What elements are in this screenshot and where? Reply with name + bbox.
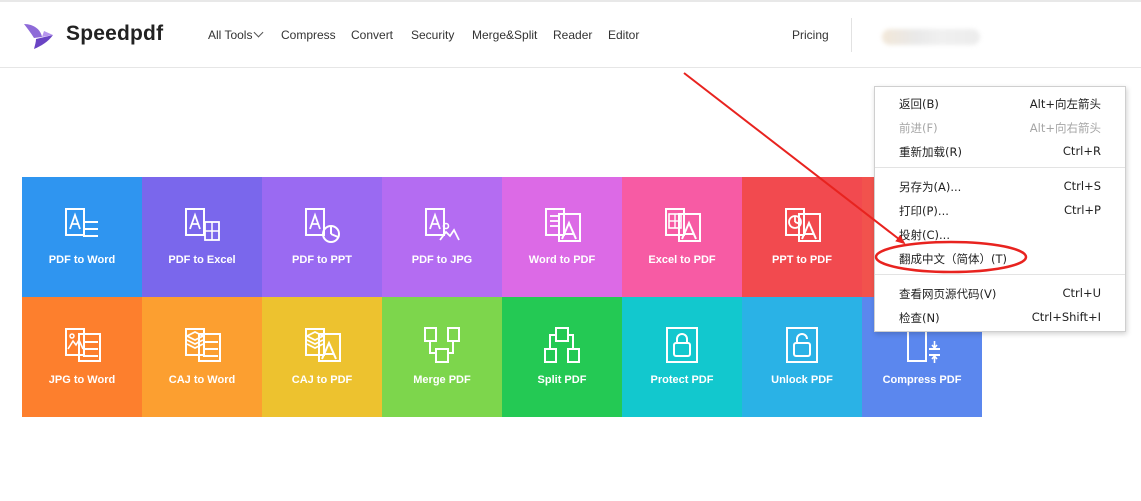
nav-reader[interactable]: Reader (553, 28, 592, 42)
tool-tile-pdf-to-word[interactable]: PDF to Word (22, 177, 142, 297)
speedpdf-logo-icon[interactable] (22, 18, 56, 52)
pdf-to-jpg-icon (425, 208, 460, 241)
tool-tile-jpg-to-word[interactable]: JPG to Word (22, 297, 142, 417)
tool-tile-label: Word to PDF (528, 254, 596, 266)
nav-all-tools[interactable]: All Tools (208, 27, 264, 42)
word-to-pdf-icon (545, 208, 581, 242)
menu-item-shortcut: Alt+向右箭头 (1029, 121, 1101, 135)
tool-tile-ppt-to-pdf[interactable]: PPT to PDF (742, 177, 862, 297)
tool-tile-label: Unlock PDF (771, 374, 833, 386)
menu-item-shortcut: Ctrl+R (1062, 144, 1101, 158)
tool-tile-label: JPG to Word (48, 374, 116, 386)
context-menu: 返回(B) Alt+向左箭头 前进(F) Alt+向右箭头 重新加载(R) Ct… (874, 86, 1126, 332)
nav-merge-split[interactable]: Merge&Split (472, 28, 537, 42)
tool-tile-pdf-to-jpg[interactable]: PDF to JPG (382, 177, 502, 297)
menu-item-translate[interactable]: 翻成中文（简体）(T) (875, 247, 1125, 269)
pdf-to-ppt-icon (305, 208, 340, 243)
menu-item-label: 前进(F) (899, 121, 938, 135)
tool-tile-merge-pdf[interactable]: Merge PDF (382, 297, 502, 417)
split-pdf-icon (544, 327, 580, 363)
menu-item-label: 翻成中文（简体）(T) (899, 252, 1007, 266)
nav-editor[interactable]: Editor (608, 28, 639, 42)
tool-tile-label: PDF to Word (48, 254, 116, 266)
menu-item-label: 返回(B) (899, 97, 939, 111)
caj-to-word-icon (184, 328, 221, 362)
protect-pdf-icon (666, 327, 698, 363)
tool-tile-pdf-to-ppt[interactable]: PDF to PPT (262, 177, 382, 297)
tool-tile-label: PDF to JPG (411, 254, 473, 266)
tool-tile-pdf-to-excel[interactable]: PDF to Excel (142, 177, 262, 297)
pdf-to-word-icon (65, 208, 98, 237)
tool-tile-caj-to-pdf[interactable]: CAJ to PDF (262, 297, 382, 417)
menu-item-inspect[interactable]: 检查(N) Ctrl+Shift+I (875, 306, 1125, 328)
excel-to-pdf-icon (665, 208, 701, 242)
menu-separator (875, 167, 1125, 168)
menu-item-shortcut: Ctrl+Shift+I (1031, 310, 1101, 324)
menu-item-label: 另存为(A)... (899, 180, 962, 194)
pdf-to-excel-icon (185, 208, 220, 241)
tool-tile-label: PPT to PDF (772, 254, 832, 266)
menu-item-view-source[interactable]: 查看网页源代码(V) Ctrl+U (875, 282, 1125, 304)
menu-item-label: 投射(C)... (899, 228, 950, 242)
menu-item-label: 重新加载(R) (899, 145, 962, 159)
menu-item-shortcut: Ctrl+U (1062, 286, 1101, 300)
merge-pdf-icon (424, 327, 460, 363)
tool-tile-label: Protect PDF (650, 374, 714, 386)
menu-item-label: 查看网页源代码(V) (899, 287, 997, 301)
brand-name[interactable]: Speedpdf (66, 22, 163, 46)
tool-tile-label: Excel to PDF (648, 254, 716, 266)
nav-convert[interactable]: Convert (351, 28, 393, 42)
menu-item-label: 检查(N) (899, 311, 940, 325)
user-account-blurred[interactable] (882, 29, 980, 45)
menu-separator (875, 274, 1125, 275)
tool-tile-label: Split PDF (537, 374, 587, 386)
nav-all-tools-label: All Tools (208, 28, 253, 42)
tool-tile-excel-to-pdf[interactable]: Excel to PDF (622, 177, 742, 297)
nav-security[interactable]: Security (411, 28, 454, 42)
tool-tile-label: PDF to Excel (168, 254, 236, 266)
tool-tile-label: PDF to PPT (292, 254, 352, 266)
tool-grid: PDF to Word PDF to Excel PDF to PPT PDF to … (22, 177, 982, 417)
tool-tile-unlock-pdf[interactable]: Unlock PDF (742, 297, 862, 417)
menu-item-back[interactable]: 返回(B) Alt+向左箭头 (875, 92, 1125, 114)
unlock-pdf-icon (786, 327, 818, 363)
caj-to-pdf-icon (304, 328, 341, 362)
site-header: Speedpdf All Tools Compress Convert Secu… (0, 2, 1141, 68)
menu-item-shortcut: Alt+向左箭头 (1029, 97, 1101, 111)
menu-item-reload[interactable]: 重新加载(R) Ctrl+R (875, 140, 1125, 162)
menu-item-label: 打印(P)... (899, 204, 949, 218)
menu-item-cast[interactable]: 投射(C)... (875, 223, 1125, 245)
menu-item-shortcut: Ctrl+P (1063, 203, 1101, 217)
ppt-to-pdf-icon (785, 208, 821, 242)
chevron-down-icon (254, 27, 264, 38)
nav-compress[interactable]: Compress (281, 28, 336, 42)
tool-tile-split-pdf[interactable]: Split PDF (502, 297, 622, 417)
tool-tile-caj-to-word[interactable]: CAJ to Word (142, 297, 262, 417)
nav-pricing[interactable]: Pricing (792, 28, 829, 42)
tool-tile-label: CAJ to PDF (291, 374, 353, 386)
tool-tile-label: CAJ to Word (168, 374, 236, 386)
menu-item-print[interactable]: 打印(P)... Ctrl+P (875, 199, 1125, 221)
tool-tile-label: Merge PDF (413, 374, 471, 386)
menu-item-shortcut: Ctrl+S (1063, 179, 1101, 193)
jpg-to-word-icon (65, 328, 101, 362)
menu-item-forward[interactable]: 前进(F) Alt+向右箭头 (875, 116, 1125, 138)
tool-tile-label: Compress PDF (882, 374, 962, 386)
tool-tile-protect-pdf[interactable]: Protect PDF (622, 297, 742, 417)
header-divider (851, 18, 852, 52)
menu-item-save-as[interactable]: 另存为(A)... Ctrl+S (875, 175, 1125, 197)
tool-tile-word-to-pdf[interactable]: Word to PDF (502, 177, 622, 297)
